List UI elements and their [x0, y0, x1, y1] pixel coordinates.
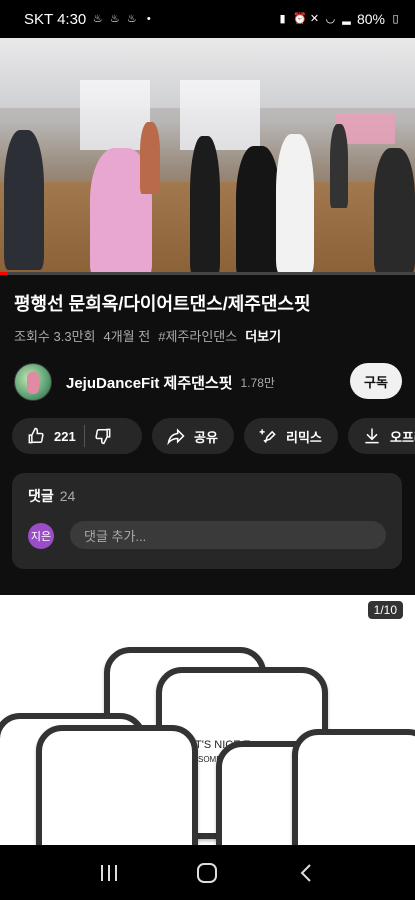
back-button[interactable]: [288, 855, 324, 891]
dislike-button[interactable]: [93, 426, 113, 446]
dancer: [190, 136, 220, 274]
plate-image: [292, 729, 415, 845]
video-meta[interactable]: 조회수 3.3만회 4개월 전 #제주라인댄스 더보기: [14, 326, 281, 345]
subscriber-count: 1.78만: [240, 375, 275, 390]
dancer: [140, 122, 160, 194]
dancer: [236, 146, 280, 274]
system-nav-bar: [0, 845, 415, 900]
status-bar: SKT 4:30 ♨ ♨ ♨ • ▮ ⏰ ✕ ◡ ▂ 80% ▯: [0, 0, 415, 38]
battery-level: 80%: [356, 11, 385, 27]
recent-apps-button[interactable]: [91, 855, 127, 891]
subscribe-button[interactable]: 구독: [350, 363, 402, 399]
channel-avatar[interactable]: [14, 363, 52, 401]
like-button[interactable]: 221: [26, 426, 76, 446]
alarm-icon: ⏰: [292, 13, 307, 25]
more-button[interactable]: 더보기: [245, 326, 281, 345]
pill-divider: [83, 425, 85, 447]
comment-input[interactable]: 댓글 추가...: [70, 521, 386, 549]
video-window: [180, 80, 260, 150]
channel-name[interactable]: JejuDanceFit 제주댄스핏: [66, 372, 233, 393]
plate-image: [36, 725, 198, 845]
signal-icon: ▂: [342, 13, 351, 25]
share-label: 공유: [194, 429, 218, 445]
home-button[interactable]: [189, 855, 225, 891]
channel-row[interactable]: JejuDanceFit 제주댄스핏 1.78만 구독: [14, 362, 404, 402]
like-dislike-pill: 221: [12, 418, 142, 454]
hashtag-link[interactable]: #제주라인댄스: [158, 326, 237, 345]
remix-button[interactable]: 리믹스: [244, 418, 338, 454]
video-progress-fill: [0, 272, 9, 275]
home-icon: [197, 862, 218, 883]
download-button[interactable]: 오프라인: [348, 418, 415, 454]
carousel-page-indicator: 1/10: [367, 601, 403, 619]
battery-saver-icon: ▮: [279, 13, 286, 25]
comments-header: 댓글 24: [28, 486, 75, 506]
dancer: [330, 124, 348, 208]
back-icon: [300, 863, 311, 882]
remix-icon: [259, 429, 276, 443]
notification-icon: ♨: [92, 13, 103, 25]
dancer: [276, 134, 314, 274]
action-bar: 221 공유 리믹스 오프라인: [12, 418, 415, 454]
like-count: 221: [54, 428, 76, 444]
notification-icon: ♨: [109, 13, 120, 25]
video-title[interactable]: 평행선 문희옥/다이어트댄스/제주댄스핏: [14, 292, 404, 316]
video-window: [80, 80, 150, 150]
wifi-icon: ◡: [325, 13, 336, 25]
mute-icon: ✕: [309, 13, 320, 25]
battery-icon: ▯: [392, 13, 399, 25]
thumbs-down-icon: [95, 428, 111, 445]
comments-panel[interactable]: 댓글 24 지은 댓글 추가...: [12, 473, 402, 569]
comments-title: 댓글: [28, 488, 54, 504]
thumbs-up-icon: [28, 427, 44, 444]
share-icon: [167, 428, 185, 446]
recent-apps-icon: [101, 864, 118, 881]
upload-age: 4개월 전: [103, 329, 151, 344]
notification-icon: ♨: [126, 13, 137, 25]
view-count: 조회수 3.3만회: [14, 329, 96, 344]
remix-label: 리믹스: [286, 429, 322, 445]
dancer: [374, 148, 415, 274]
download-label: 오프라인: [390, 429, 415, 445]
status-time: SKT 4:30: [24, 10, 87, 28]
video-progress-bar[interactable]: [0, 272, 415, 275]
video-player[interactable]: [0, 38, 415, 274]
dancer: [4, 130, 44, 270]
ad-carousel[interactable]: 1/10 IT'S NICE T SOMEONE: [0, 595, 415, 845]
dot-icon: •: [146, 13, 151, 25]
comments-count: 24: [59, 488, 76, 504]
share-button[interactable]: 공유: [152, 418, 234, 454]
download-icon: [365, 428, 379, 444]
user-avatar: 지은: [28, 523, 54, 549]
